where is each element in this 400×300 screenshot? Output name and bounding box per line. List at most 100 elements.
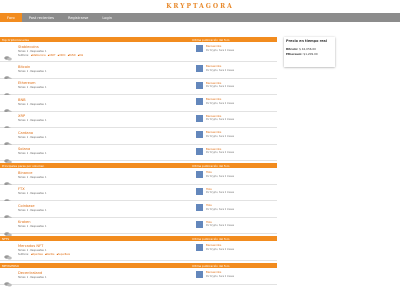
forum-name-link[interactable]: Binance [18,171,32,175]
user-avatar[interactable] [196,45,203,52]
forum-bubble-icon [4,46,12,61]
forum-bubble-icon [4,149,12,163]
subforums-label: Subforos: [18,253,29,256]
last-post-author: Por Kryptu, hace 2 meses [206,274,234,278]
forum-row: Kraken Temas: 1 · Respuestas: 1 Hola Por Kr… [0,217,277,236]
forum-stats: Temas: 1 · Respuestas: 1 [18,208,47,212]
nav-item-foro[interactable]: Foro [0,13,22,22]
forum-stats: Temas: 1 · Respuestas: 1 [18,275,47,279]
user-avatar[interactable] [196,65,203,72]
subforum-link[interactable]: ▪DAI [78,54,84,57]
subforum-list: Subforos: ▪Stablecoins ▪USDT ▪USDC ▪BUSD ▪DAI [18,54,83,57]
category-spacer [0,285,277,287]
user-avatar[interactable] [196,114,203,122]
forum-name-link[interactable]: Kraken [18,220,30,224]
forum-stats: Temas: 1 · Respuestas: 1 [18,248,47,252]
forum-bubble-icon [4,132,12,147]
subforum-link[interactable]: ▪Stablecoins [31,54,46,57]
forum-name-link[interactable]: Stablecoins [18,45,39,49]
forum-row: Decentraland Temas: 1 · Respuestas: 1 Bien… [0,268,277,287]
user-avatar[interactable] [196,204,203,211]
nav-item-login[interactable]: Login [95,13,119,22]
last-post-author: Por Kryptu, hace 2 meses [206,207,234,211]
forum-row: FTX Temas: 1 · Respuestas: 1 Hola Por Krypt… [0,184,277,203]
forum-bubble-icon [4,116,12,130]
forum-row: Ethereum Temas: 1 · Respuestas: 1 Bienveni… [0,78,277,97]
forum-row: Solana Temas: 1 · Respuestas: 1 Bienvenido… [0,144,277,163]
user-avatar[interactable] [196,271,203,278]
user-avatar[interactable] [196,131,203,138]
forum-name-link[interactable]: FTX [18,187,25,191]
user-avatar[interactable] [196,187,203,195]
forum-bubble-icon [4,189,12,203]
nav-item-registrarse[interactable]: Registrarse [61,13,95,22]
forum-bubble-icon [4,222,12,236]
last-post-author: Por Kryptu, hace 2 meses [206,247,234,251]
forum-name-link[interactable]: Cardano [18,131,33,135]
site-logo[interactable]: KRYPTAGORA [0,0,400,13]
coin-price: $ 42,056.00 [299,46,316,51]
subforum-link[interactable]: ▪BUSD [68,54,76,57]
price-row: Ethereum: $1,209.00 [284,51,335,56]
coin-name: Bitcoin: [286,46,300,51]
subforum-link[interactable]: ▪Rarible [45,253,55,256]
nav-item-post-recientes[interactable]: Post recientes [22,13,61,22]
subforums-label: Subforos: [18,54,29,57]
forum-stats: Temas: 1 · Respuestas: 1 [18,135,47,139]
user-avatar[interactable] [196,220,203,228]
user-avatar[interactable] [196,98,203,105]
price-widget-title: Precio en tiempo real [286,38,328,43]
forum-name-link[interactable]: Ethereum [18,81,36,85]
forum-row: Cardano Temas: 1 · Respuestas: 1 Bienvenid… [0,128,277,147]
last-post-author: Por Kryptu, hace 2 meses [206,134,234,138]
subforum-link[interactable]: ▪OpenSea [31,253,43,256]
forum-row: Stablecoins Temas: 1 · Respuestas: 1 Subfo… [0,42,277,62]
forum-bubble-icon [4,272,12,287]
last-post-author: Por Kryptu, hace 2 meses [206,151,234,154]
forum-bubble-icon [4,172,12,187]
coin-price: $1,209.00 [303,51,318,56]
user-avatar[interactable] [196,244,203,251]
user-avatar[interactable] [196,81,203,89]
last-post-author: Por Kryptu, hace 2 meses [206,85,234,88]
subforum-list: Subforos: ▪OpenSea ▪Rarible ▪SuperRare [18,253,70,256]
forum-row: Mercados NFT Temas: 1 · Respuestas: 1 Subf… [0,241,277,261]
last-post-author: Por Kryptu, hace 2 meses [206,191,234,194]
forum-name-link[interactable]: Bitcoin [18,65,30,69]
forum-row: XRP Temas: 1 · Respuestas: 1 Bienvenidos Po… [0,111,277,130]
forum-bubble-icon [4,99,12,114]
forum-stats: Temas: 1 · Respuestas: 1 [18,49,47,53]
forum-stats: Temas: 1 · Respuestas: 1 [18,192,47,195]
forum-name-link[interactable]: Mercados NFT [18,244,43,248]
forum-name-link[interactable]: Solana [18,147,30,151]
forum-stats: Temas: 1 · Respuestas: 1 [18,152,47,155]
user-avatar[interactable] [196,171,203,178]
forum-stats: Temas: 1 · Respuestas: 1 [18,69,47,73]
forum-bubble-icon [4,205,12,220]
forum-name-link[interactable]: XRP [18,114,25,118]
forum-stats: Temas: 1 · Respuestas: 1 [18,102,47,106]
subforum-link[interactable]: ▪USDC [58,54,66,57]
last-post-author: Por Kryptu, hace 2 meses [206,174,234,178]
forum-stats: Temas: 1 · Respuestas: 1 [18,119,47,122]
forum-row: Bitcoin Temas: 1 · Respuestas: 1 Bienvenid… [0,62,277,81]
forum-stats: Temas: 1 · Respuestas: 1 [18,225,47,228]
last-post-author: Por Kryptu, hace 2 meses [206,101,234,105]
main-nav: Foro Post recientes Registrarse Login [0,13,400,22]
user-avatar[interactable] [196,147,203,155]
forum-name-link[interactable]: Decentraland [18,271,42,275]
forum-row: BNB Temas: 1 · Respuestas: 1 Bienvenidos Po… [0,95,277,114]
last-post-author: Por Kryptu, hace 2 meses [206,224,234,227]
price-widget: Precio en tiempo real Bitcoin: $ 42,056.… [284,37,335,67]
forum-row: Coinbase Temas: 1 · Respuestas: 1 Hola Por … [0,201,277,220]
forum-name-link[interactable]: Coinbase [18,204,35,208]
last-post-author: Por Kryptu, hace 2 meses [206,48,234,52]
subforum-link[interactable]: ▪SuperRare [56,253,70,256]
coin-name: Ethereum: [286,51,304,56]
forum-row: Binance Temas: 1 · Respuestas: 1 Hola Por K… [0,168,277,187]
last-post-author: Por Kryptu, hace 2 meses [206,118,234,121]
forum-stats: Temas: 1 · Respuestas: 1 [18,175,47,179]
forum-bubble-icon [4,66,12,81]
subforum-link[interactable]: ▪USDT [48,54,56,57]
forum-name-link[interactable]: BNB [18,98,26,102]
